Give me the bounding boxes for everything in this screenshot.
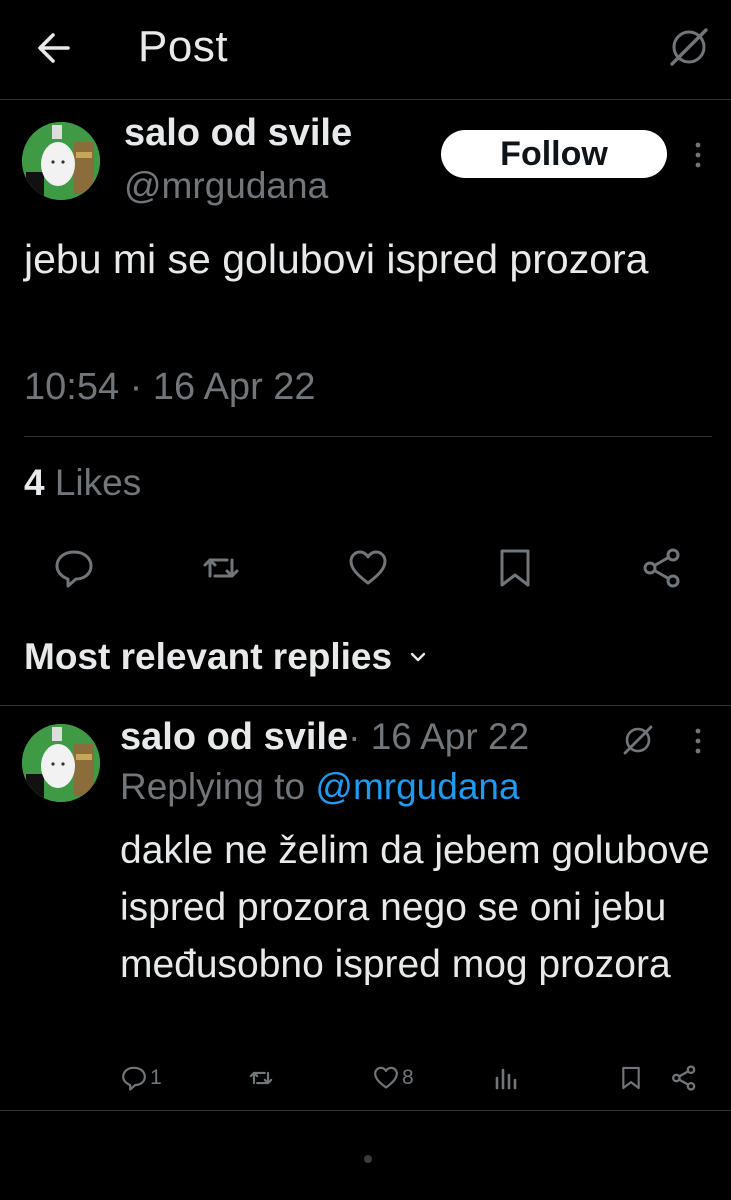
author-display-name[interactable]: salo od svile: [124, 112, 352, 155]
more-options-button[interactable]: [688, 138, 708, 172]
follow-button[interactable]: Follow: [441, 130, 667, 178]
repost-icon: [203, 558, 239, 578]
bookmark-button[interactable]: [493, 546, 537, 590]
reply-author-avatar[interactable]: [22, 724, 100, 802]
likes-label: Likes: [44, 462, 142, 503]
replying-to: Replying to @mrgudana: [120, 766, 520, 808]
reply-icon: [122, 1066, 146, 1091]
repost-button[interactable]: [199, 546, 243, 590]
grok-button[interactable]: [666, 24, 712, 70]
more-vertical-icon: [695, 728, 701, 754]
timestamp-divider: [24, 436, 712, 437]
reply-reply-count: 1: [150, 1066, 162, 1089]
reply-more-options-button[interactable]: [688, 724, 708, 758]
post-text: jebu mi se golubovi ispred prozora: [24, 236, 649, 282]
more-vertical-icon: [695, 142, 701, 168]
author-handle[interactable]: @mrgudana: [124, 165, 328, 207]
reply-repost-button[interactable]: [246, 1064, 276, 1092]
reply-bookmark-button[interactable]: [618, 1064, 644, 1092]
like-icon: [349, 550, 387, 585]
replying-to-mention[interactable]: @mrgudana: [315, 766, 519, 807]
likes-number: 4: [24, 462, 45, 503]
share-icon: [643, 548, 680, 588]
reply-button[interactable]: [52, 546, 96, 590]
reply-share-button[interactable]: [670, 1064, 698, 1092]
reply-divider: [0, 1110, 731, 1111]
replies-sort-label: Most relevant replies: [24, 636, 393, 677]
share-button[interactable]: [640, 546, 684, 590]
reply-grok-button[interactable]: [620, 722, 656, 758]
arrow-left-icon: [38, 33, 70, 63]
reply-icon: [55, 550, 93, 588]
bookmark-icon: [622, 1066, 640, 1090]
reply-like-count: 8: [402, 1066, 414, 1089]
author-avatar[interactable]: [22, 122, 100, 200]
reply-like-button[interactable]: 8: [372, 1064, 414, 1092]
analytics-icon: [495, 1068, 517, 1090]
reply-reply-button[interactable]: 1: [120, 1064, 162, 1092]
grok-icon: [623, 725, 653, 755]
page-title: Post: [138, 22, 229, 71]
back-button[interactable]: [34, 28, 74, 68]
post-timestamp[interactable]: 10:54 · 16 Apr 22: [24, 366, 316, 409]
reply-author-display-name[interactable]: salo od svile: [120, 716, 348, 759]
grok-icon: [670, 28, 708, 66]
reply-timestamp[interactable]: · 16 Apr 22: [348, 716, 529, 758]
reply-header: salo od svile · 16 Apr 22: [120, 716, 529, 759]
header-divider: [0, 99, 731, 100]
replying-to-prefix: Replying to: [120, 766, 316, 807]
like-icon: [374, 1066, 398, 1089]
like-button[interactable]: [346, 546, 390, 590]
replies-divider: [0, 705, 731, 706]
chevron-down-icon: [410, 652, 426, 662]
likes-count[interactable]: 4 Likes: [24, 462, 141, 504]
repost-icon: [249, 1071, 273, 1085]
reply-views-button[interactable]: [492, 1064, 520, 1092]
replies-sort-dropdown[interactable]: Most relevant replies: [24, 636, 430, 678]
reply-text: dakle ne želim da jebem golubove ispred …: [120, 829, 710, 986]
loading-indicator: [364, 1155, 372, 1163]
share-icon: [672, 1065, 696, 1091]
bookmark-icon: [500, 549, 530, 587]
